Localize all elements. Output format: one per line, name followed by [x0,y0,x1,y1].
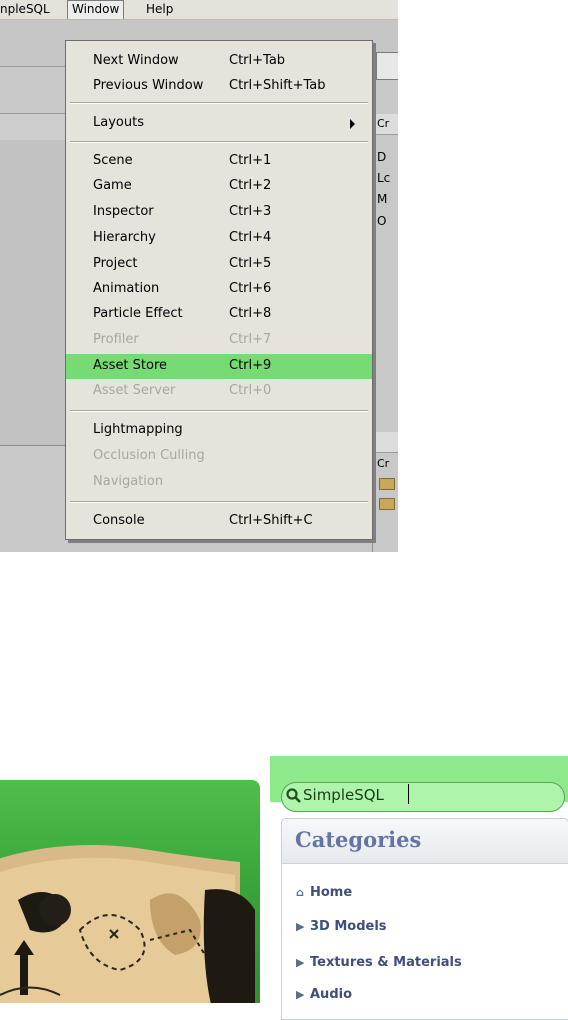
search-icon [286,788,301,803]
menu-item-shortcut: Ctrl+7 [229,332,272,347]
categories-header: Categories [282,819,568,864]
menu-item-label: Scene [93,153,133,168]
menu-window[interactable]: Window [67,0,125,19]
menu-item-shortcut: Ctrl+0 [229,383,272,398]
hierarchy-item-fragment[interactable]: Lc [377,171,390,185]
menu-item-label: Occlusion Culling [93,448,205,463]
search-input-value[interactable]: SimpleSQL [303,786,384,804]
menu-item-label: Inspector [93,204,154,219]
triangle-right-icon: ▶ [296,920,305,933]
editor-right-pane: Cr D Lc M O Cr [372,66,398,552]
category-label: Textures & Materials [310,955,462,970]
menu-item-asset-store[interactable]: Asset Store Ctrl+9 [66,354,372,379]
menu-separator [70,410,368,412]
menu-item-hierarchy[interactable]: Hierarchy Ctrl+4 [66,226,372,251]
unity-editor-window: Cr D Lc M O Cr npleSQL Window Help Next … [0,0,398,552]
home-icon: ⌂ [296,886,304,899]
category-home[interactable]: ⌂ Home [296,885,352,900]
menu-item-label: Lightmapping [93,422,183,437]
category-label: 3D Models [310,919,387,934]
menu-item-label: Hierarchy [93,230,156,245]
triangle-right-icon: ▶ [296,956,305,969]
menu-item-asset-server: Asset Server Ctrl+0 [66,379,372,404]
menu-item-label: Asset Store [93,358,168,373]
menu-item-shortcut: Ctrl+Shift+Tab [229,78,326,93]
triangle-right-icon: ▶ [296,988,305,1001]
menu-item-label: Layouts [93,115,144,130]
menu-item-previous-window[interactable]: Previous Window Ctrl+Shift+Tab [66,74,372,99]
hierarchy-item-fragment[interactable]: M [377,192,387,206]
category-3d-models[interactable]: ▶ 3D Models [296,919,387,934]
featured-banner[interactable] [0,780,260,1003]
treasure-map-image [0,845,255,1003]
menu-item-navigation: Navigation [66,470,372,495]
category-audio[interactable]: ▶ Audio [296,987,352,1002]
categories-panel: Categories ⌂ Home ▶ 3D Models ▶ Textures & … [281,818,568,1020]
submenu-arrow-icon [350,119,355,129]
inspector-tab-fragment[interactable] [376,52,398,80]
menu-item-label: Asset Server [93,383,176,398]
menu-item-next-window[interactable]: Next Window Ctrl+Tab [66,49,372,74]
hierarchy-item-fragment[interactable]: D [377,150,386,164]
category-label: Audio [310,987,353,1002]
menu-item-profiler: Profiler Ctrl+7 [66,328,372,353]
window-menu-dropdown: Next Window Ctrl+Tab Previous Window Ctrl+S… [65,40,373,540]
menu-item-shortcut: Ctrl+9 [229,358,272,373]
menu-item-shortcut: Ctrl+1 [229,153,272,168]
folder-icon[interactable] [379,498,395,510]
hierarchy-create-fragment[interactable]: Cr [377,117,389,130]
categories-title: Categories [295,827,422,852]
hierarchy-item-fragment[interactable]: O [377,214,386,228]
menu-item-layouts[interactable]: Layouts [66,111,372,136]
menu-separator [70,141,368,143]
menu-help[interactable]: Help [146,2,173,16]
menu-bar: npleSQL Window Help [0,0,398,20]
menu-item-label: Navigation [93,474,164,489]
menu-item-console[interactable]: Console Ctrl+Shift+C [66,509,372,534]
menu-separator [70,501,368,503]
menu-item-shortcut: Ctrl+5 [229,256,272,271]
menu-item-shortcut: Ctrl+Shift+C [229,513,313,528]
text-caret [408,784,409,804]
menu-item-shortcut: Ctrl+6 [229,281,272,296]
project-header [373,432,398,453]
menu-item-inspector[interactable]: Inspector Ctrl+3 [66,200,372,225]
menu-simplesql[interactable]: npleSQL [0,2,50,16]
folder-icon[interactable] [379,478,395,490]
menu-item-shortcut: Ctrl+8 [229,306,272,321]
menu-item-particle-effect[interactable]: Particle Effect Ctrl+8 [66,302,372,327]
menu-item-shortcut: Ctrl+2 [229,178,272,193]
menu-item-occlusion-culling: Occlusion Culling [66,444,372,469]
menu-item-animation[interactable]: Animation Ctrl+6 [66,277,372,302]
menu-item-label: Console [93,513,145,528]
menu-item-shortcut: Ctrl+Tab [229,53,286,68]
menu-item-shortcut: Ctrl+4 [229,230,272,245]
category-label: Home [310,885,353,900]
menu-separator [70,102,368,104]
category-textures-materials[interactable]: ▶ Textures & Materials [296,955,462,970]
menu-item-shortcut: Ctrl+3 [229,204,272,219]
menu-item-project[interactable]: Project Ctrl+5 [66,252,372,277]
menu-item-label: Project [93,256,138,271]
menu-item-label: Profiler [93,332,139,347]
project-create-fragment[interactable]: Cr [377,457,389,470]
menu-item-label: Previous Window [93,78,204,93]
menu-item-lightmapping[interactable]: Lightmapping [66,418,372,443]
menu-item-label: Game [93,178,132,193]
menu-item-label: Next Window [93,53,179,68]
menu-item-label: Particle Effect [93,306,183,321]
menu-item-label: Animation [93,281,160,296]
menu-item-game[interactable]: Game Ctrl+2 [66,174,372,199]
menu-item-scene[interactable]: Scene Ctrl+1 [66,149,372,174]
